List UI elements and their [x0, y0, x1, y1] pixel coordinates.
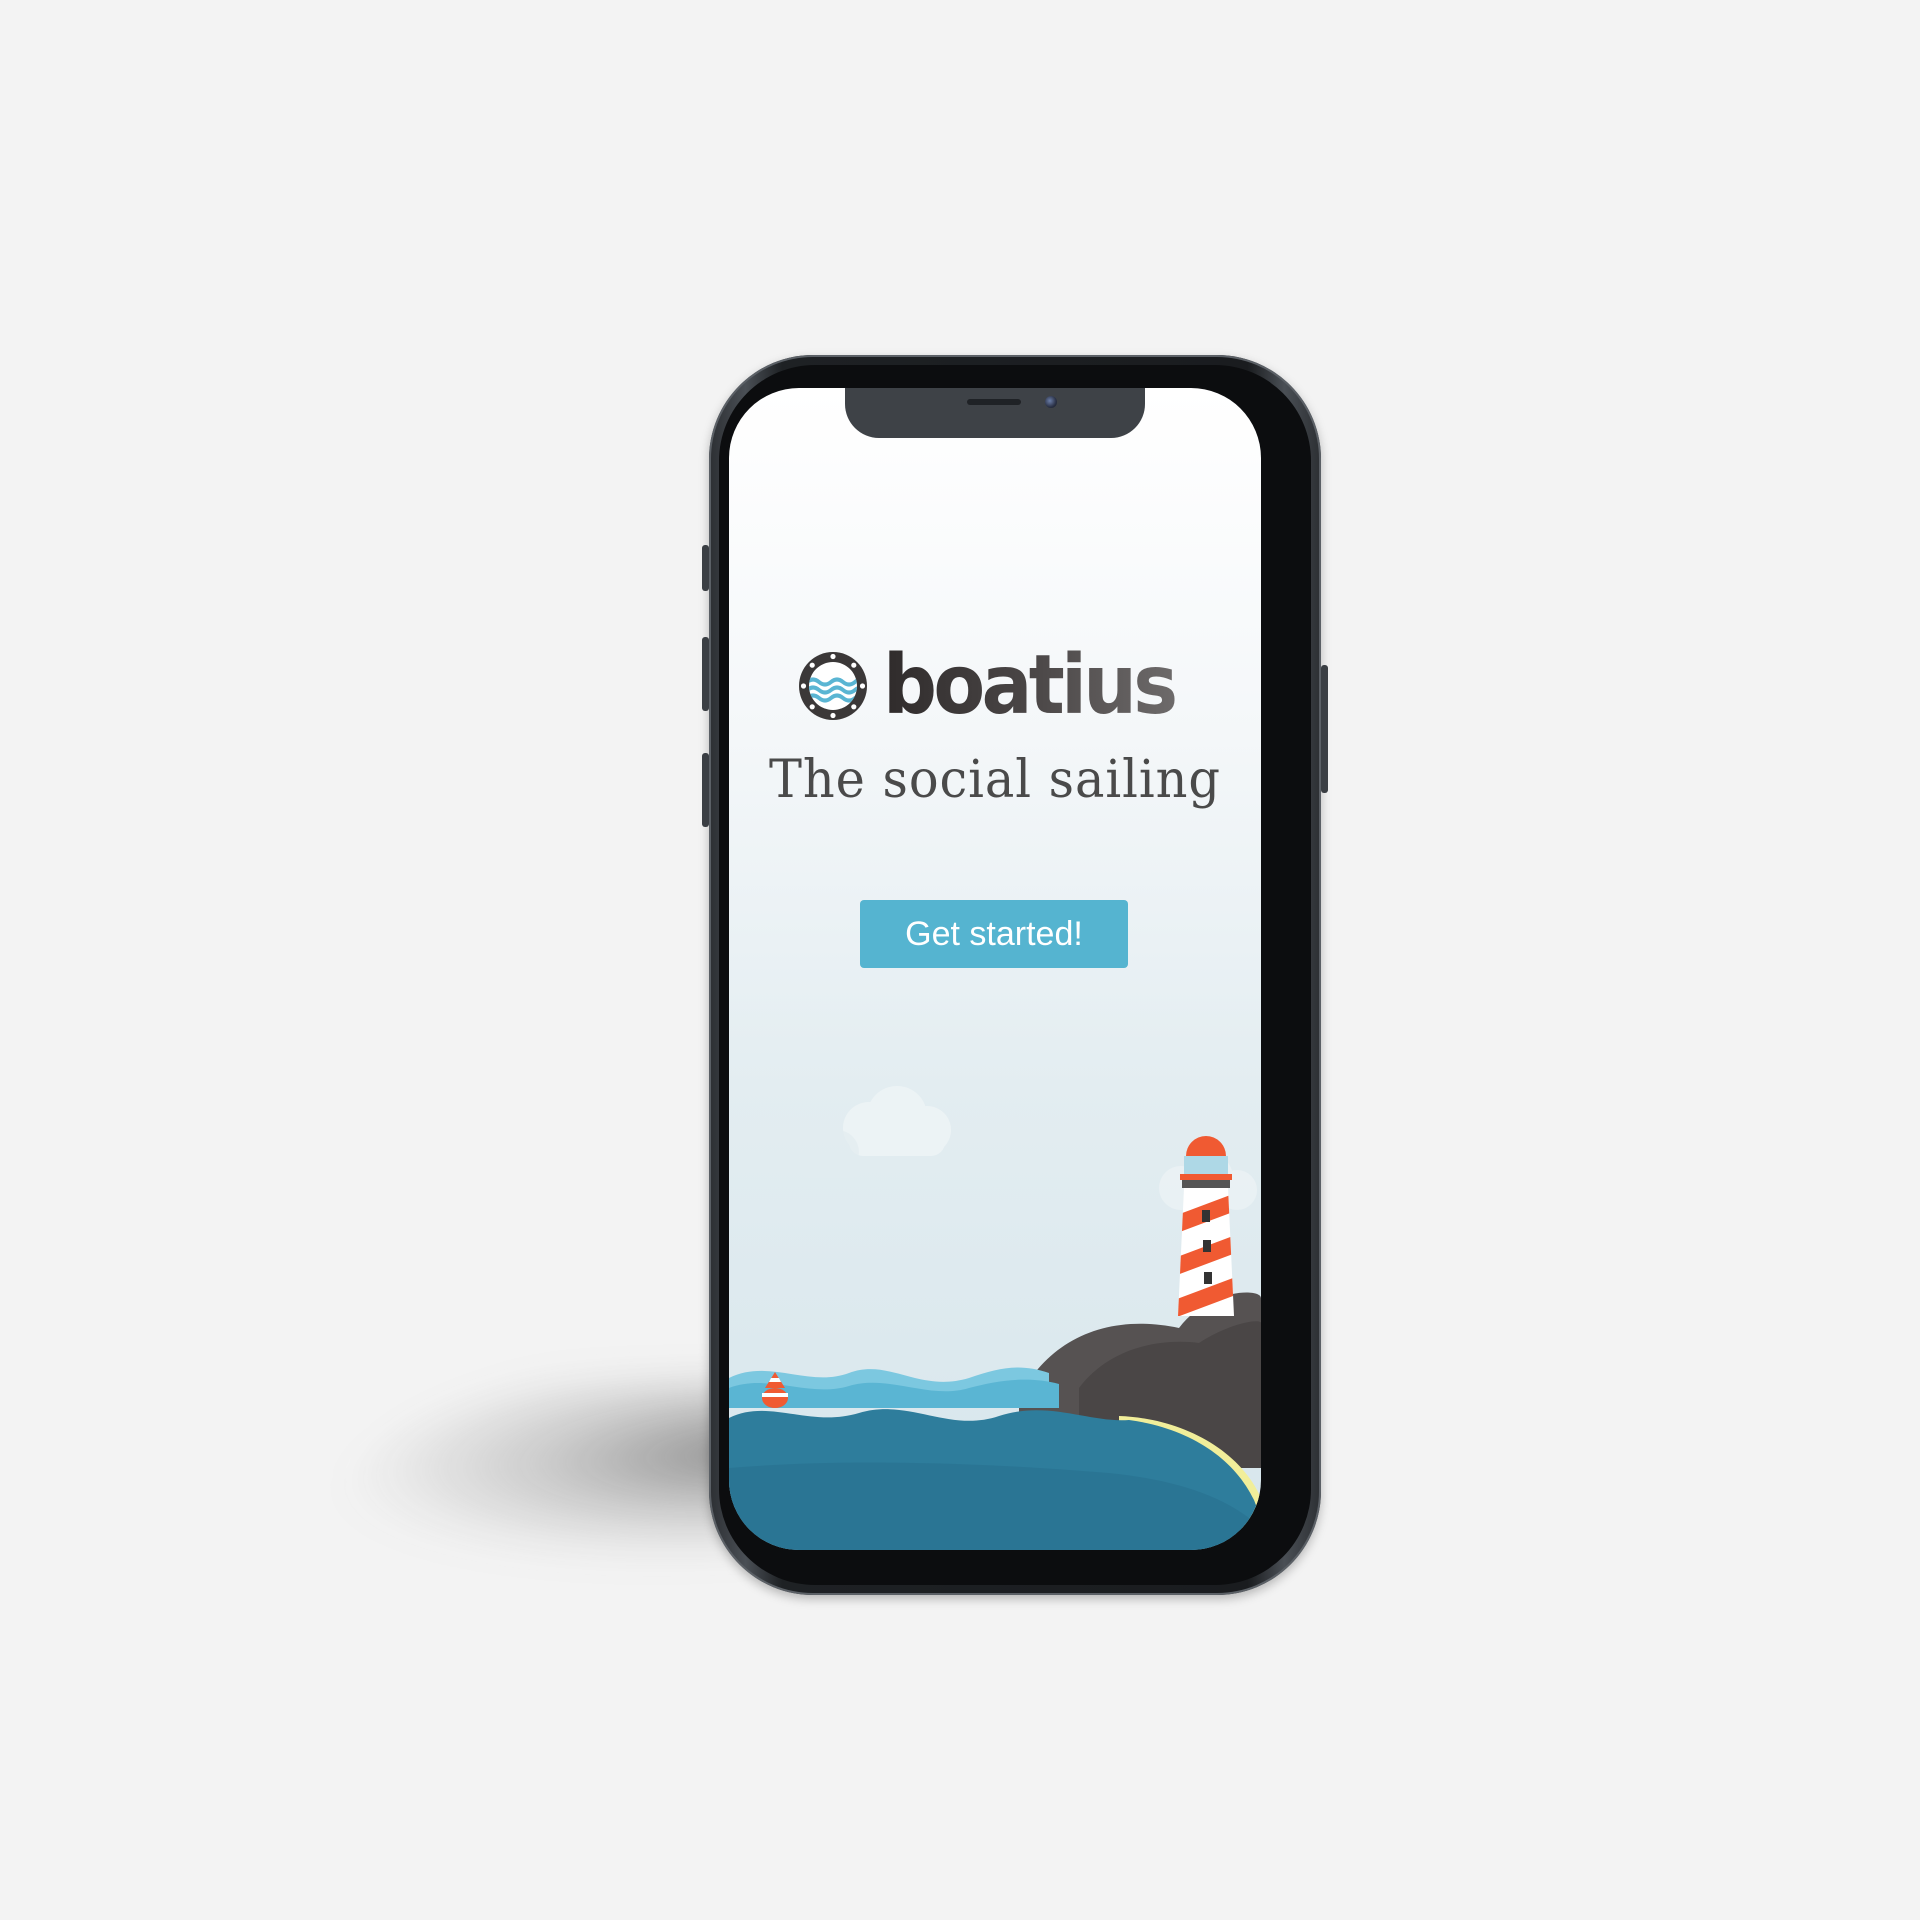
app-screen: boatius The social sailing Get started!: [729, 388, 1261, 1550]
volume-up-button: [702, 637, 709, 711]
volume-down-button: [702, 753, 709, 827]
mockup-stage: boatius The social sailing Get started!: [0, 0, 1920, 1920]
get-started-button[interactable]: Get started!: [860, 900, 1128, 968]
app-tagline: The social sailing: [769, 750, 1221, 810]
cloud-icon: [799, 1130, 861, 1178]
porthole-icon: [799, 652, 867, 720]
app-name: boatius: [883, 638, 1178, 733]
earpiece-speaker: [967, 399, 1021, 405]
power-button: [1321, 665, 1328, 793]
phone-device: boatius The social sailing Get started!: [702, 355, 1328, 1595]
brand-logo: boatius: [797, 638, 1217, 733]
lighthouse-icon: [1178, 1136, 1234, 1316]
cloud-icon: [843, 1086, 951, 1156]
sailing-illustration: [729, 1086, 1261, 1550]
mute-switch: [702, 545, 709, 591]
front-camera: [1045, 396, 1057, 408]
notch: [845, 388, 1145, 438]
